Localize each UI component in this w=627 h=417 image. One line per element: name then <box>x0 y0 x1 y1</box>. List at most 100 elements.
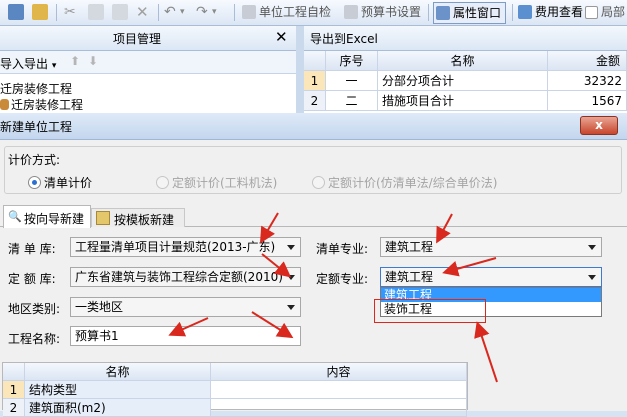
undo-dropdown-icon[interactable]: ▾ <box>180 4 196 20</box>
column-header[interactable]: 序号 <box>326 51 378 71</box>
radio-list-pricing-label[interactable]: 清单计价 <box>44 174 92 191</box>
budget-settings-label: 预算书设置 <box>361 5 422 19</box>
dialog-title: 新建单位工程 <box>0 120 73 134</box>
fee-view-label: 费用查看 <box>535 5 584 19</box>
column-header[interactable]: 内容 <box>211 363 467 381</box>
save-icon[interactable] <box>8 4 24 20</box>
table-cell[interactable] <box>211 399 467 417</box>
move-down-icon[interactable]: ⬇ <box>88 54 98 68</box>
chevron-down-icon <box>588 275 596 280</box>
panel-title: 项目管理 <box>113 32 162 46</box>
delete-icon[interactable]: ✕ <box>136 4 152 20</box>
quota-library-label: 定 额 库: <box>8 272 56 286</box>
radio-quota-composite[interactable] <box>312 176 325 189</box>
toolbar-separator <box>234 4 235 21</box>
list-specialty-select[interactable]: 建筑工程 <box>380 237 602 257</box>
radio-quota-labor-label[interactable]: 定额计价(工料机法) <box>172 174 277 191</box>
undo-icon[interactable]: ↶ <box>164 4 180 20</box>
redo-icon[interactable]: ↷ <box>196 4 212 20</box>
close-panel-icon[interactable]: ✕ <box>275 28 288 46</box>
table-cell[interactable] <box>211 381 467 399</box>
column-header[interactable]: 名称 <box>378 51 548 71</box>
partial-summary-button[interactable]: 局部 <box>585 2 625 22</box>
toolbar-separator <box>512 4 513 21</box>
export-excel-button[interactable]: 导出到Excel <box>310 30 378 47</box>
redo-dropdown-icon[interactable]: ▾ <box>212 4 228 20</box>
template-icon <box>96 211 110 225</box>
toolbar-separator <box>158 4 159 21</box>
project-name-input[interactable]: 预算书1 <box>70 326 301 346</box>
tab-wizard[interactable]: 🔍 按向导新建 <box>3 205 91 228</box>
pricing-method-label: 计价方式: <box>8 153 61 167</box>
chevron-down-icon <box>588 245 596 250</box>
list-library-select[interactable]: 工程量清单项目计量规范(2013-广东) <box>70 237 301 257</box>
property-window-icon <box>436 6 450 20</box>
checkbox-icon <box>585 6 598 19</box>
fee-summary-header: 导出到Excel <box>304 26 627 51</box>
panel-splitter[interactable] <box>296 26 304 114</box>
radio-list-pricing[interactable] <box>28 176 41 189</box>
quota-specialty-value: 建筑工程 <box>385 270 434 284</box>
row-number[interactable]: 2 <box>3 399 25 417</box>
tab-wizard-label: 按向导新建 <box>24 212 85 226</box>
table-cell[interactable]: 1567 <box>548 91 627 111</box>
project-node-icon <box>0 99 9 110</box>
import-export-label: 导入导出 <box>0 57 49 71</box>
column-header[interactable]: 金额 <box>548 51 627 71</box>
region-select[interactable]: 一类地区 <box>70 297 301 317</box>
quota-specialty-label: 定额专业: <box>316 272 369 286</box>
cut-icon[interactable]: ✂ <box>64 4 80 20</box>
row-number[interactable]: 2 <box>304 91 326 111</box>
list-library-label: 清 单 库: <box>8 242 56 256</box>
project-name-value: 预算书1 <box>75 329 119 343</box>
project-manager-subtoolbar: 导入导出 ▾ ⬆ ⬇ <box>0 51 296 74</box>
toolbar-separator <box>428 4 429 21</box>
budget-settings-button[interactable]: 预算书设置 <box>344 2 421 22</box>
import-export-menu[interactable]: 导入导出 ▾ <box>0 55 56 72</box>
dialog-titlebar[interactable]: 新建单位工程 <box>0 113 627 140</box>
list-specialty-value: 建筑工程 <box>385 240 434 254</box>
move-up-icon[interactable]: ⬆ <box>70 54 80 68</box>
radio-quota-composite-label[interactable]: 定额计价(仿清单法/综合单价法) <box>328 174 497 191</box>
tree-item[interactable]: 迁房装修工程 <box>0 80 72 97</box>
radio-quota-labor[interactable] <box>156 176 169 189</box>
table-cell[interactable]: 分部分项合计 <box>378 71 548 91</box>
property-window-button[interactable]: 属性窗口 <box>433 2 507 24</box>
unit-check-button[interactable]: 单位工程自检 <box>242 2 331 22</box>
attribute-table: 名称 内容 1 结构类型 2 建筑面积(m2) <box>2 362 468 417</box>
tree-item[interactable]: 迁房装修工程 <box>0 96 83 113</box>
table-cell[interactable]: 一 <box>326 71 378 91</box>
table-cell[interactable]: 措施项目合计 <box>378 91 548 111</box>
table-cell[interactable]: 二 <box>326 91 378 111</box>
project-tree: 迁房装修工程 迁房装修工程 <box>0 74 296 114</box>
property-window-label: 属性窗口 <box>453 6 502 20</box>
copy-icon[interactable] <box>88 4 104 20</box>
tree-item-label: 迁房装修工程 <box>0 82 73 96</box>
tree-item-label: 迁房装修工程 <box>11 98 84 112</box>
region-label: 地区类别: <box>8 302 61 316</box>
list-specialty-label: 清单专业: <box>316 242 369 256</box>
row-number[interactable]: 1 <box>3 381 25 399</box>
unit-check-label: 单位工程自检 <box>259 5 332 19</box>
quota-specialty-select[interactable]: 建筑工程 <box>380 267 602 287</box>
fee-view-button[interactable]: 费用查看 <box>518 2 583 22</box>
tab-template-label: 按模板新建 <box>114 213 175 227</box>
dialog-close-button[interactable]: x <box>580 116 618 135</box>
quota-library-select[interactable]: 广东省建筑与装饰工程综合定额(2010) <box>70 267 301 287</box>
paste-icon[interactable] <box>112 4 128 20</box>
unit-check-icon <box>242 5 256 19</box>
row-header-corner <box>3 363 25 381</box>
chevron-down-icon <box>287 275 295 280</box>
row-header-corner <box>304 51 326 71</box>
open-folder-icon[interactable] <box>32 4 48 20</box>
quota-library-value: 广东省建筑与装饰工程综合定额(2010) <box>75 270 283 284</box>
table-cell[interactable]: 32322 <box>548 71 627 91</box>
tab-template[interactable]: 按模板新建 <box>91 208 185 227</box>
table-cell[interactable]: 结构类型 <box>25 381 211 399</box>
list-library-value: 工程量清单项目计量规范(2013-广东) <box>75 240 276 254</box>
chevron-down-icon <box>287 305 295 310</box>
table-cell[interactable]: 建筑面积(m2) <box>25 399 211 417</box>
column-header[interactable]: 名称 <box>25 363 211 381</box>
row-number[interactable]: 1 <box>304 71 326 91</box>
project-manager-header: 项目管理 ✕ <box>0 26 296 51</box>
